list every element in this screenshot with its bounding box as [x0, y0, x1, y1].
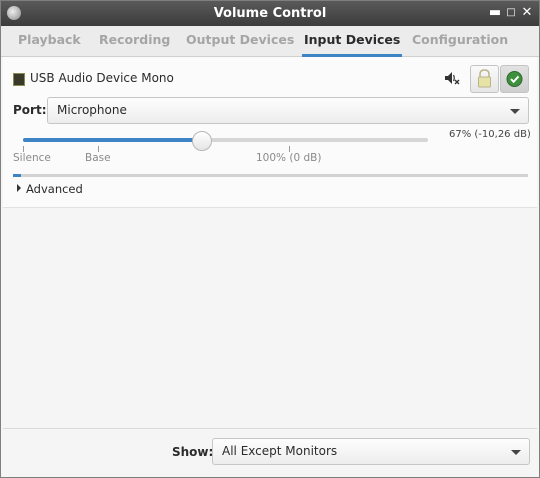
lock-channels-button[interactable] — [470, 65, 499, 93]
volume-readout: 67% (-10,26 dB) — [449, 129, 531, 140]
tab-recording[interactable]: Recording — [99, 26, 170, 56]
set-default-check-icon — [506, 71, 523, 87]
chevron-down-icon — [510, 109, 520, 114]
show-filter-value: All Except Monitors — [222, 444, 338, 458]
close-icon[interactable]: ✕ — [520, 5, 534, 21]
tab-input-devices[interactable]: Input Devices — [301, 26, 403, 57]
device-name: USB Audio Device Mono — [30, 71, 174, 85]
audio-card-icon — [13, 73, 25, 86]
base-mark-label: Base — [85, 152, 111, 164]
volume-slider-fill — [23, 138, 202, 142]
port-select-value: Microphone — [57, 103, 127, 117]
tab-bar: Playback Recording Output Devices Input … — [1, 26, 539, 57]
lock-icon — [478, 69, 491, 88]
show-filter-select[interactable]: All Except Monitors — [212, 438, 530, 465]
port-label: Port: — [13, 103, 47, 117]
peak-level-fill — [13, 174, 21, 177]
window-title: Volume Control — [213, 6, 327, 21]
chevron-down-icon — [511, 450, 521, 455]
advanced-expander[interactable]: Advanced — [26, 182, 83, 196]
expander-arrow-icon[interactable] — [17, 184, 21, 192]
tab-playback[interactable]: Playback — [18, 26, 81, 56]
title-bar: Volume Control ▬ □ ✕ — [1, 1, 539, 26]
port-select[interactable]: Microphone — [47, 97, 529, 124]
minimize-icon[interactable]: ▬ — [488, 5, 502, 21]
peak-level-meter — [13, 174, 528, 177]
silence-mark-label: Silence — [13, 152, 51, 164]
maximize-icon[interactable]: □ — [504, 5, 518, 21]
set-default-button[interactable] — [500, 65, 529, 93]
full-volume-mark-label: 100% (0 dB) — [256, 152, 322, 164]
footer-divider — [3, 428, 537, 429]
tab-configuration[interactable]: Configuration — [412, 26, 508, 56]
show-label: Show: — [172, 445, 214, 459]
speaker-muted-icon[interactable] — [444, 71, 460, 85]
tab-output-devices[interactable]: Output Devices — [186, 26, 294, 56]
volume-slider-track[interactable] — [23, 138, 428, 142]
volume-control-window: Volume Control ▬ □ ✕ Playback Recording … — [0, 0, 540, 478]
